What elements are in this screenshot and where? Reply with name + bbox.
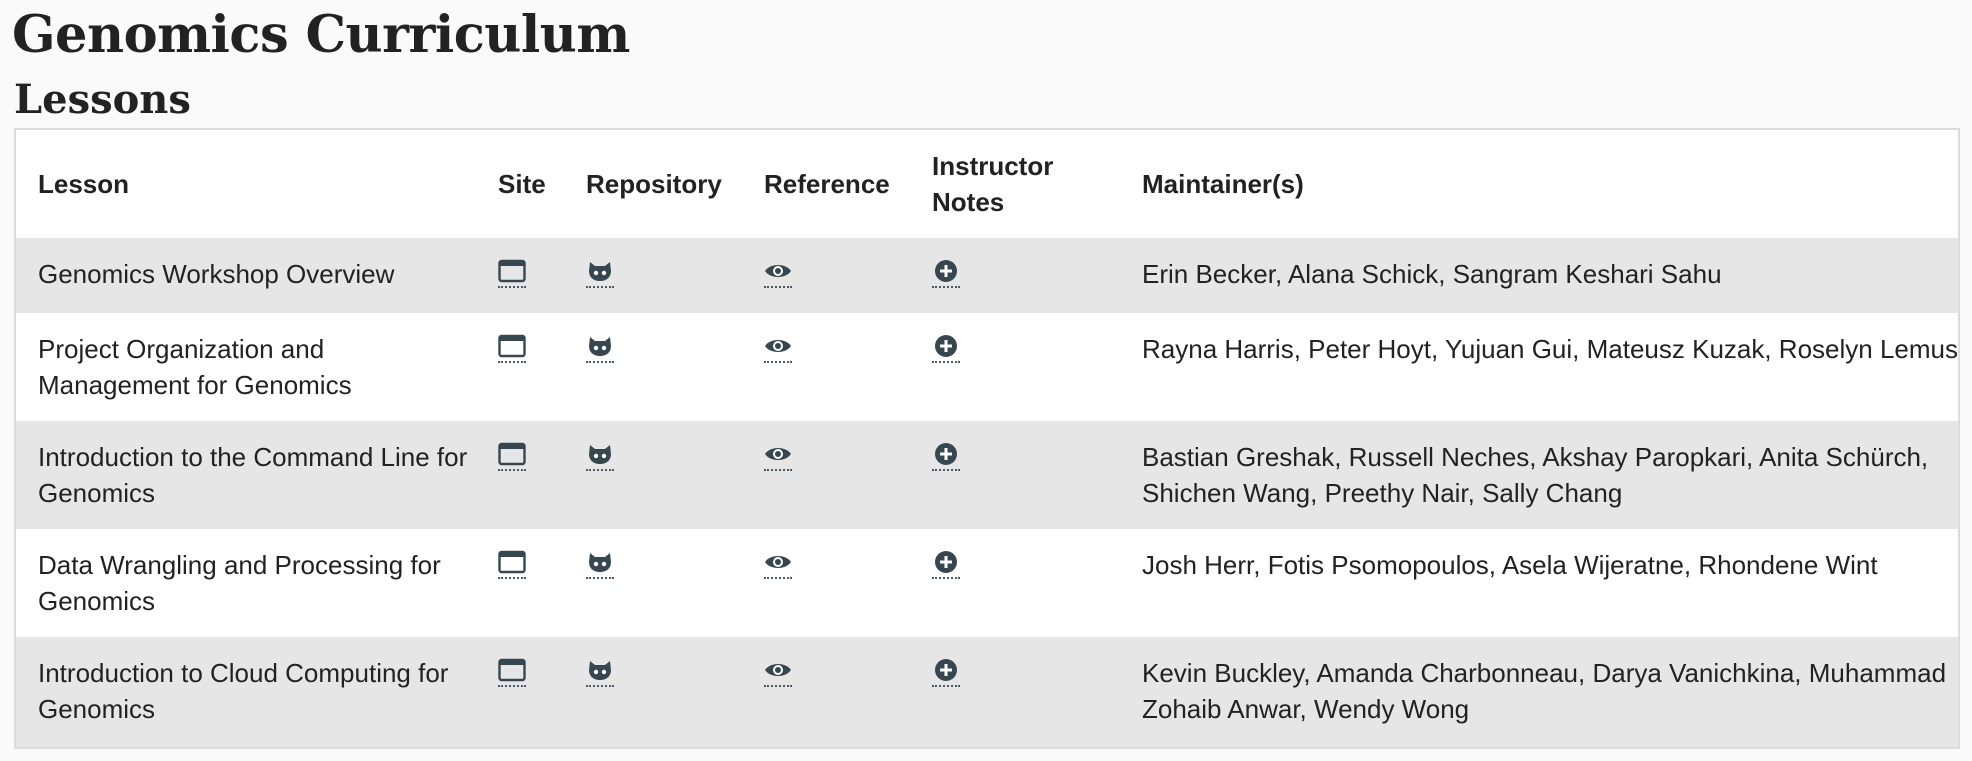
instructor-notes-link[interactable] bbox=[932, 547, 960, 579]
plus-circle-icon bbox=[935, 659, 957, 681]
plus-circle-icon bbox=[935, 260, 957, 282]
browser-window-icon bbox=[498, 334, 526, 358]
site-link[interactable] bbox=[498, 655, 526, 687]
site-cell bbox=[476, 529, 564, 637]
reference-cell bbox=[742, 637, 910, 747]
section-title: Lessons bbox=[14, 76, 191, 123]
site-cell bbox=[476, 313, 564, 421]
eye-icon bbox=[765, 340, 791, 352]
table-row: Introduction to the Command Line for Gen… bbox=[16, 421, 1958, 529]
repository-link[interactable] bbox=[586, 439, 614, 471]
maintainers: Bastian Greshak, Russell Neches, Akshay … bbox=[1120, 421, 1958, 529]
repository-cell bbox=[564, 421, 742, 529]
eye-icon bbox=[765, 664, 791, 676]
maintainers: Josh Herr, Fotis Psomopoulos, Asela Wije… bbox=[1120, 529, 1958, 637]
repository-cell bbox=[564, 313, 742, 421]
instructor-notes-cell bbox=[910, 529, 1120, 637]
reference-link[interactable] bbox=[764, 655, 792, 687]
lessons-table-container: Lesson Site Repository Reference Instruc… bbox=[14, 128, 1960, 749]
repository-link[interactable] bbox=[586, 547, 614, 579]
browser-window-icon bbox=[498, 550, 526, 574]
repository-link[interactable] bbox=[586, 331, 614, 363]
browser-window-icon bbox=[498, 658, 526, 682]
plus-circle-icon bbox=[935, 443, 957, 465]
instructor-notes-cell bbox=[910, 238, 1120, 313]
header-repository: Repository bbox=[586, 169, 722, 199]
lessons-table: Lesson Site Repository Reference Instruc… bbox=[16, 130, 1958, 747]
plus-circle-icon bbox=[935, 335, 957, 357]
reference-link[interactable] bbox=[764, 331, 792, 363]
table-row: Genomics Workshop Overview Erin Becker, … bbox=[16, 238, 1958, 313]
github-octocat-icon bbox=[589, 661, 611, 680]
lesson-name: Data Wrangling and Processing for Genomi… bbox=[16, 529, 476, 637]
github-octocat-icon bbox=[589, 337, 611, 356]
repository-cell bbox=[564, 529, 742, 637]
header-lesson: Lesson bbox=[38, 169, 130, 199]
maintainers: Erin Becker, Alana Schick, Sangram Kesha… bbox=[1120, 238, 1958, 313]
site-link[interactable] bbox=[498, 439, 526, 471]
page: Genomics Curriculum Lessons Lesson Site … bbox=[0, 0, 1972, 761]
github-octocat-icon bbox=[589, 445, 611, 464]
reference-cell bbox=[742, 238, 910, 313]
repository-cell bbox=[564, 238, 742, 313]
table-row: Introduction to Cloud Computing for Geno… bbox=[16, 637, 1958, 747]
site-cell bbox=[476, 238, 564, 313]
repository-link[interactable] bbox=[586, 256, 614, 288]
header-reference: Reference bbox=[764, 169, 890, 199]
header-instructor-notes: Instructor Notes bbox=[932, 151, 1054, 217]
lesson-name: Project Organization and Management for … bbox=[16, 313, 476, 421]
reference-link[interactable] bbox=[764, 547, 792, 579]
page-title: Genomics Curriculum bbox=[12, 5, 630, 65]
lesson-name: Genomics Workshop Overview bbox=[16, 238, 476, 313]
instructor-notes-link[interactable] bbox=[932, 439, 960, 471]
table-header-row: Lesson Site Repository Reference Instruc… bbox=[16, 130, 1958, 238]
github-octocat-icon bbox=[589, 262, 611, 281]
repository-link[interactable] bbox=[586, 655, 614, 687]
eye-icon bbox=[765, 448, 791, 460]
instructor-notes-link[interactable] bbox=[932, 655, 960, 687]
reference-cell bbox=[742, 421, 910, 529]
instructor-notes-cell bbox=[910, 313, 1120, 421]
eye-icon bbox=[765, 265, 791, 277]
reference-cell bbox=[742, 529, 910, 637]
browser-window-icon bbox=[498, 442, 526, 466]
plus-circle-icon bbox=[935, 551, 957, 573]
table-row: Data Wrangling and Processing for Genomi… bbox=[16, 529, 1958, 637]
lesson-name: Introduction to Cloud Computing for Geno… bbox=[16, 637, 476, 747]
reference-link[interactable] bbox=[764, 439, 792, 471]
github-octocat-icon bbox=[589, 553, 611, 572]
site-link[interactable] bbox=[498, 547, 526, 579]
table-row: Project Organization and Management for … bbox=[16, 313, 1958, 421]
instructor-notes-link[interactable] bbox=[932, 331, 960, 363]
site-cell bbox=[476, 637, 564, 747]
header-maintainers: Maintainer(s) bbox=[1142, 169, 1304, 199]
instructor-notes-cell bbox=[910, 421, 1120, 529]
header-site: Site bbox=[498, 169, 546, 199]
site-link[interactable] bbox=[498, 256, 526, 288]
site-cell bbox=[476, 421, 564, 529]
repository-cell bbox=[564, 637, 742, 747]
lesson-name: Introduction to the Command Line for Gen… bbox=[16, 421, 476, 529]
instructor-notes-link[interactable] bbox=[932, 256, 960, 288]
maintainers: Rayna Harris, Peter Hoyt, Yujuan Gui, Ma… bbox=[1120, 313, 1958, 421]
reference-link[interactable] bbox=[764, 256, 792, 288]
browser-window-icon bbox=[498, 259, 526, 283]
instructor-notes-cell bbox=[910, 637, 1120, 747]
maintainers: Kevin Buckley, Amanda Charbonneau, Darya… bbox=[1120, 637, 1958, 747]
site-link[interactable] bbox=[498, 331, 526, 363]
reference-cell bbox=[742, 313, 910, 421]
eye-icon bbox=[765, 556, 791, 568]
